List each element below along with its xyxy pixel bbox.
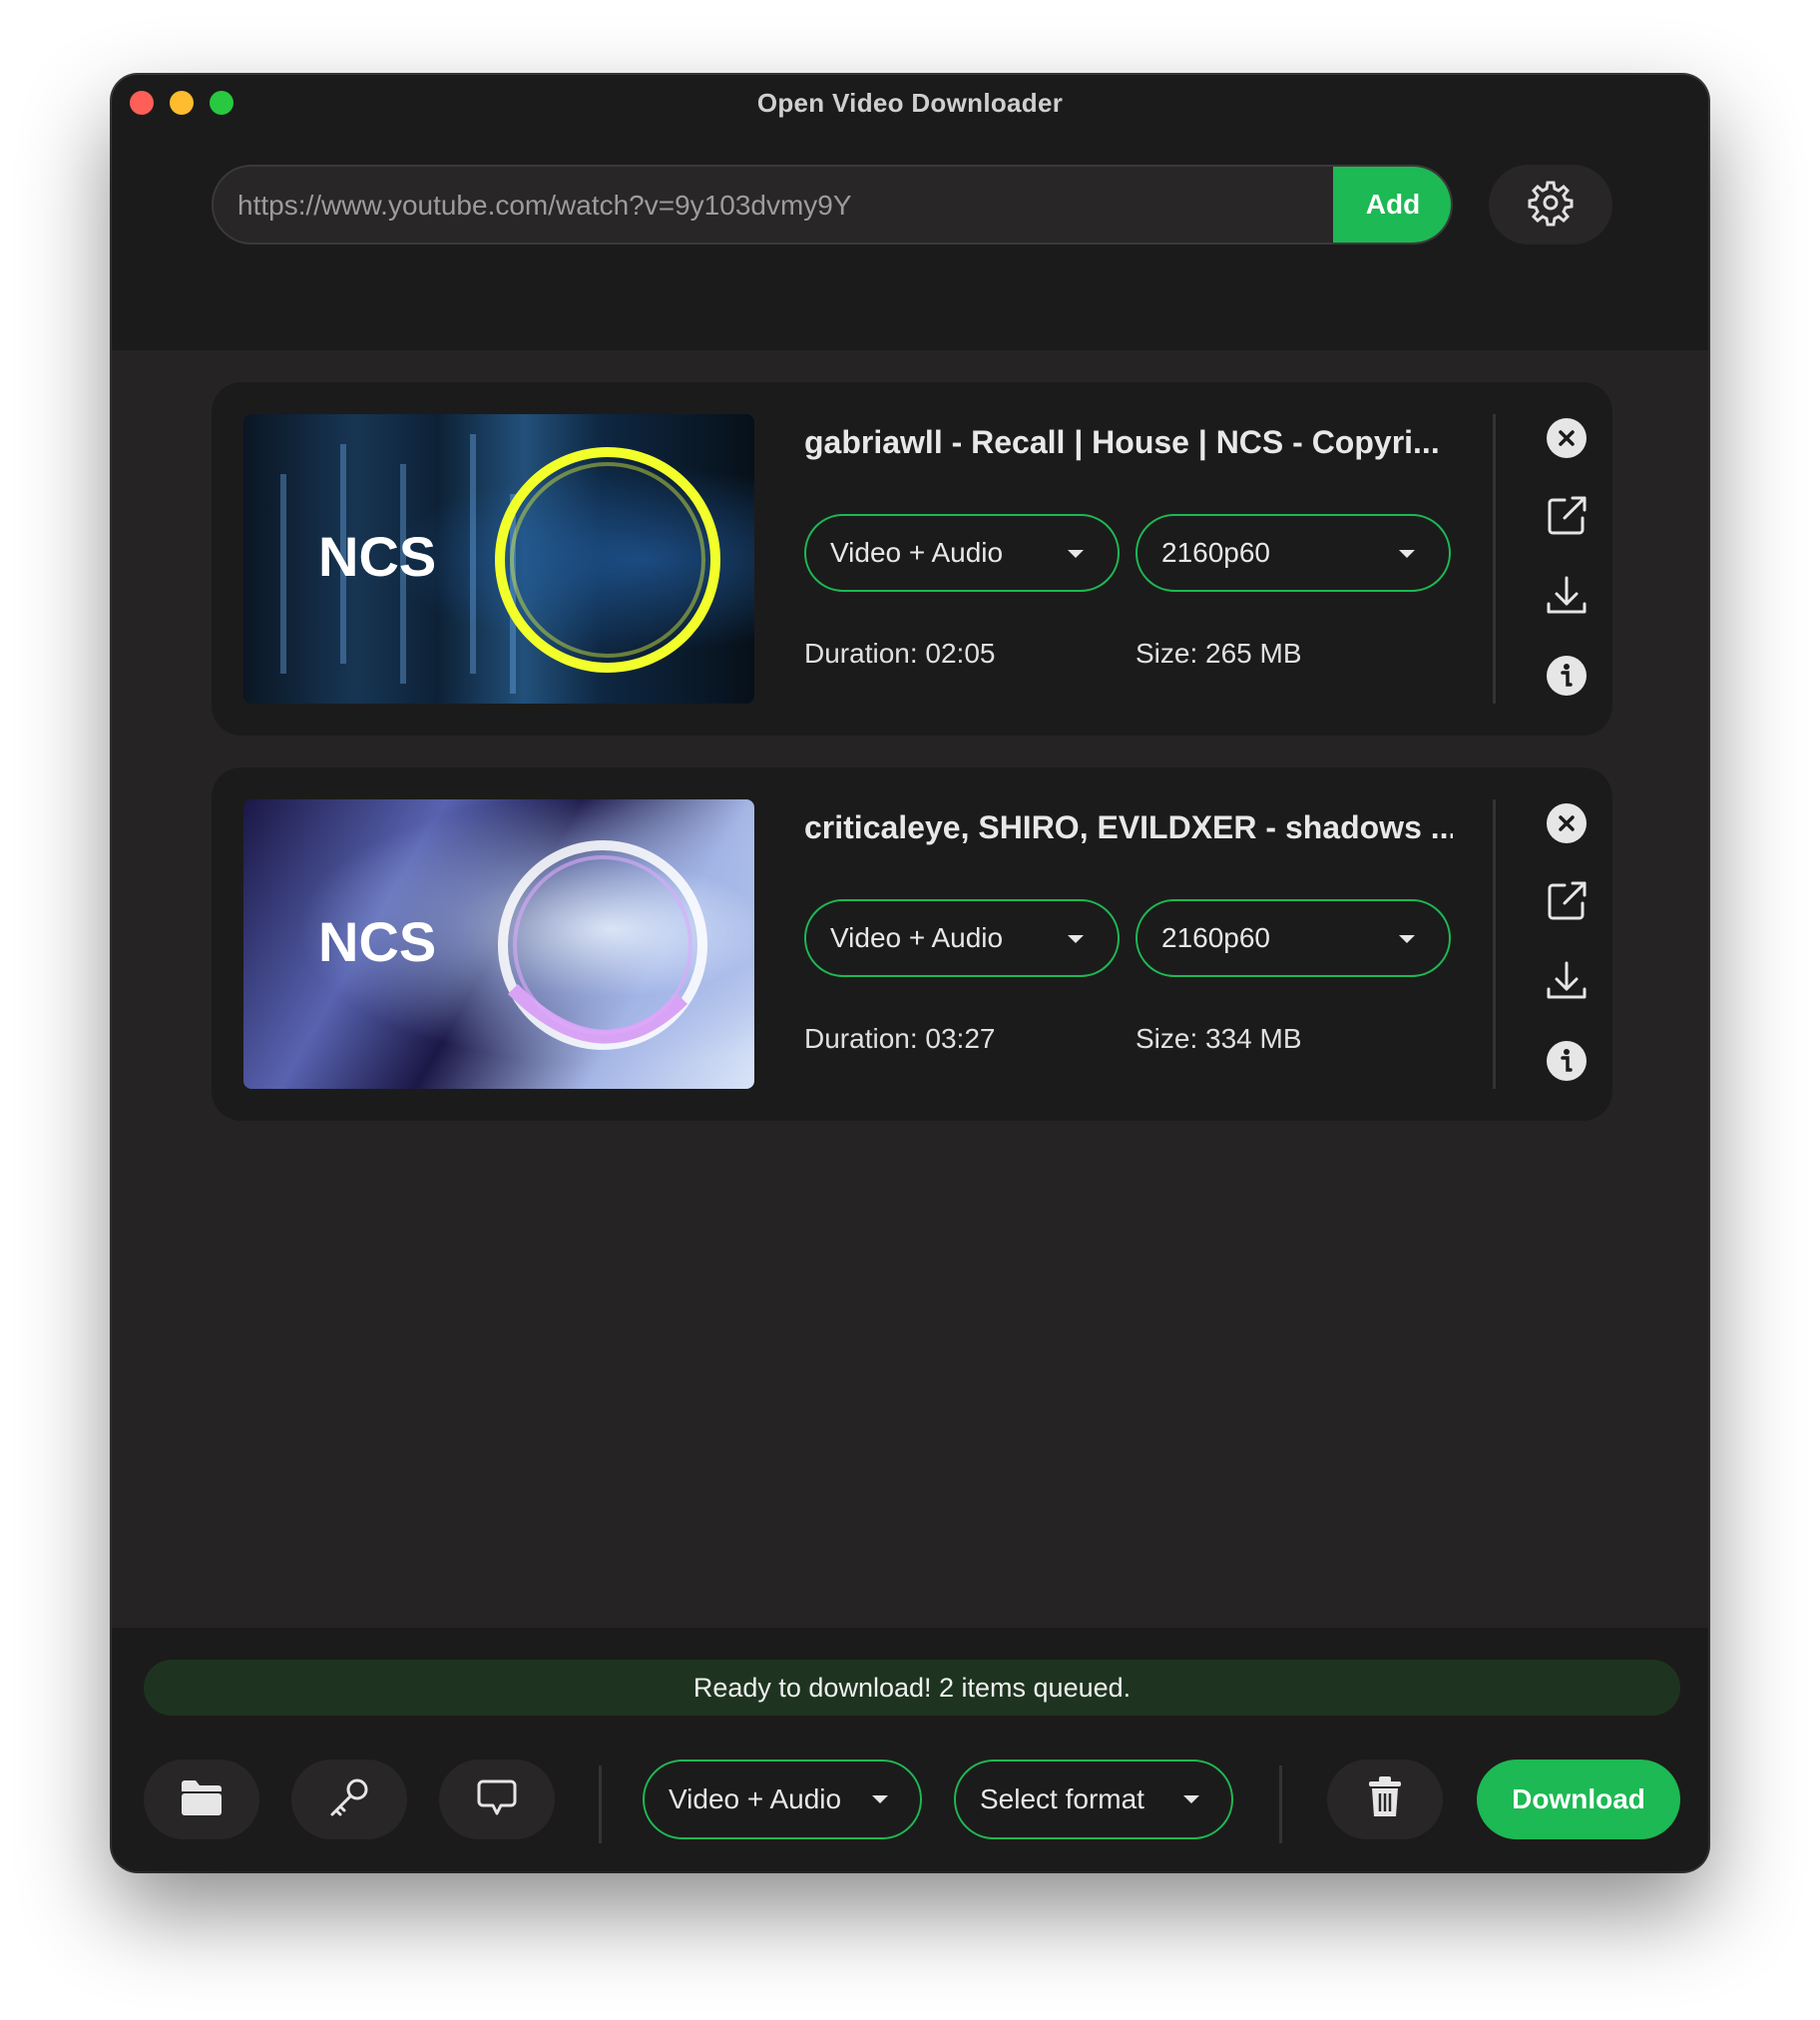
video-thumbnail: NCS — [243, 799, 754, 1089]
close-icon — [1546, 802, 1588, 849]
global-type-value: Video + Audio — [669, 1783, 842, 1814]
settings-button[interactable] — [1489, 165, 1612, 245]
open-external-icon — [1545, 494, 1589, 543]
open-link-button[interactable] — [1543, 879, 1591, 927]
quality-dropdown[interactable]: 2160p60 — [1136, 899, 1451, 977]
auth-button[interactable] — [291, 1760, 407, 1839]
info-icon — [1546, 1040, 1588, 1087]
clear-queue-button[interactable] — [1327, 1760, 1443, 1839]
chevron-down-icon — [1183, 1795, 1199, 1803]
duration-label: Duration: 03:27 — [804, 1023, 996, 1054]
url-input[interactable] — [214, 167, 1357, 243]
queue-item: NCS criticaleye, SHIRO, EVILDXER - shado… — [212, 767, 1612, 1121]
maximize-window-button[interactable] — [210, 91, 233, 115]
divider — [1279, 1766, 1282, 1843]
video-thumbnail: NCS — [243, 414, 754, 704]
type-dropdown[interactable]: Video + Audio — [804, 514, 1120, 592]
global-format-value: Select format — [980, 1783, 1144, 1814]
window-controls — [130, 91, 233, 115]
chat-icon — [475, 1775, 519, 1824]
chevron-down-icon — [1068, 935, 1084, 943]
global-type-dropdown[interactable]: Video + Audio — [643, 1760, 922, 1839]
download-button[interactable]: Download — [1477, 1760, 1680, 1839]
quality-value: 2160p60 — [1161, 537, 1271, 568]
download-icon — [1545, 959, 1589, 1008]
item-info-button[interactable] — [1543, 1039, 1591, 1087]
thumbnail-text: NCS — [318, 910, 436, 973]
size-label: Size: 334 MB — [1136, 1023, 1302, 1054]
duration-label: Duration: 02:05 — [804, 638, 996, 669]
minimize-window-button[interactable] — [170, 91, 194, 115]
global-format-dropdown[interactable]: Select format — [954, 1760, 1233, 1839]
divider — [1493, 799, 1496, 1089]
queue-item: NCS gabriawll - Recall | House | NCS - C… — [212, 382, 1612, 736]
window-title: Open Video Downloader — [756, 87, 1064, 118]
quality-value: 2160p60 — [1161, 922, 1271, 953]
remove-item-button[interactable] — [1543, 801, 1591, 849]
chevron-down-icon — [1399, 550, 1415, 558]
chevron-down-icon — [1399, 935, 1415, 943]
folder-icon — [180, 1777, 224, 1822]
divider — [599, 1766, 602, 1843]
size-label: Size: 265 MB — [1136, 638, 1302, 669]
type-value: Video + Audio — [830, 922, 1004, 953]
gear-icon — [1527, 179, 1575, 232]
add-button[interactable]: Add — [1333, 167, 1451, 243]
key-icon — [327, 1775, 371, 1824]
remove-item-button[interactable] — [1543, 416, 1591, 464]
type-dropdown[interactable]: Video + Audio — [804, 899, 1120, 977]
info-icon — [1546, 655, 1588, 702]
item-info-button[interactable] — [1543, 654, 1591, 702]
item-title: criticaleye, SHIRO, EVILDXER - shadows .… — [804, 809, 1453, 845]
close-window-button[interactable] — [130, 91, 154, 115]
status-bar: Ready to download! 2 items queued. — [144, 1660, 1680, 1716]
bottom-bar: Ready to download! 2 items queued. Video… — [112, 1628, 1708, 1871]
open-folder-button[interactable] — [144, 1760, 259, 1839]
title-bar: Open Video Downloader — [112, 75, 1708, 131]
download-item-button[interactable] — [1543, 574, 1591, 622]
url-toolbar: Add — [112, 131, 1708, 350]
download-icon — [1545, 574, 1589, 623]
chevron-down-icon — [872, 1795, 888, 1803]
url-bar: Add — [212, 165, 1453, 245]
type-value: Video + Audio — [830, 537, 1004, 568]
divider — [1493, 414, 1496, 704]
open-link-button[interactable] — [1543, 494, 1591, 542]
feedback-button[interactable] — [439, 1760, 555, 1839]
open-external-icon — [1545, 879, 1589, 928]
download-item-button[interactable] — [1543, 959, 1591, 1007]
item-title: gabriawll - Recall | House | NCS - Copyr… — [804, 424, 1440, 460]
chevron-down-icon — [1068, 550, 1084, 558]
trash-icon — [1365, 1775, 1405, 1824]
quality-dropdown[interactable]: 2160p60 — [1136, 514, 1451, 592]
thumbnail-text: NCS — [318, 525, 436, 588]
close-icon — [1546, 417, 1588, 464]
app-window: Open Video Downloader Add — [112, 75, 1708, 1871]
